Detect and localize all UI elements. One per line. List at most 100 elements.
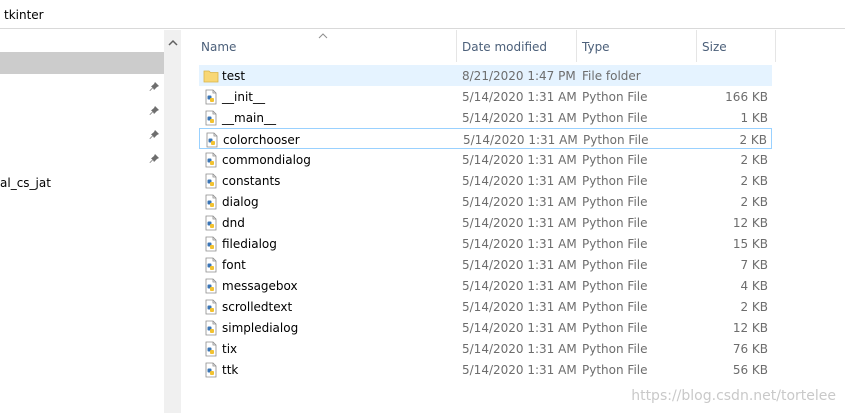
file-size: 15 KB bbox=[732, 237, 768, 251]
file-date-modified: 5/14/2020 1:31 AM bbox=[462, 321, 577, 335]
python-file-icon bbox=[205, 320, 217, 336]
column-divider[interactable] bbox=[696, 30, 697, 62]
pin-icon[interactable] bbox=[148, 105, 160, 117]
file-row[interactable]: dnd 5/14/2020 1:31 AM Python File 12 KB bbox=[199, 212, 772, 233]
python-file-icon bbox=[206, 132, 218, 148]
python-file-icon bbox=[205, 299, 217, 315]
nav-selected-item[interactable] bbox=[0, 52, 164, 74]
file-name: font bbox=[222, 258, 246, 272]
column-divider[interactable] bbox=[576, 30, 577, 62]
file-row[interactable]: filedialog 5/14/2020 1:31 AM Python File 15… bbox=[199, 233, 772, 254]
file-row[interactable]: simpledialog 5/14/2020 1:31 AM Python File… bbox=[199, 317, 772, 338]
file-name: test bbox=[222, 69, 246, 83]
file-type: Python File bbox=[582, 279, 648, 293]
column-header-date-modified[interactable]: Date modified bbox=[462, 40, 547, 54]
file-size: 76 KB bbox=[732, 342, 768, 356]
pin-icon[interactable] bbox=[148, 153, 160, 165]
python-file-icon bbox=[205, 362, 217, 378]
file-type: File folder bbox=[582, 69, 641, 83]
file-date-modified: 5/14/2020 1:31 AM bbox=[462, 363, 577, 377]
file-type: Python File bbox=[582, 300, 648, 314]
column-divider[interactable] bbox=[775, 30, 776, 62]
file-date-modified: 8/21/2020 1:47 PM bbox=[462, 69, 576, 83]
folder-icon bbox=[203, 70, 219, 83]
file-date-modified: 5/14/2020 1:31 AM bbox=[462, 90, 577, 104]
column-header-name[interactable]: Name bbox=[201, 40, 236, 54]
file-size: 2 KB bbox=[740, 174, 768, 188]
file-name: filedialog bbox=[222, 237, 277, 251]
file-name: __init__ bbox=[222, 90, 265, 104]
file-date-modified: 5/14/2020 1:31 AM bbox=[462, 195, 577, 209]
file-size: 2 KB bbox=[740, 153, 768, 167]
column-header-type[interactable]: Type bbox=[582, 40, 610, 54]
file-name: commondialog bbox=[222, 153, 311, 167]
file-row[interactable]: __main__ 5/14/2020 1:31 AM Python File 1 KB bbox=[199, 107, 772, 128]
file-row[interactable]: scrolledtext 5/14/2020 1:31 AM Python File… bbox=[199, 296, 772, 317]
file-size: 7 KB bbox=[740, 258, 768, 272]
python-file-icon bbox=[205, 257, 217, 273]
nav-item-label[interactable]: al_cs_jat bbox=[0, 176, 51, 190]
file-name: messagebox bbox=[222, 279, 298, 293]
file-date-modified: 5/14/2020 1:31 AM bbox=[462, 153, 577, 167]
file-date-modified: 5/14/2020 1:31 AM bbox=[462, 237, 577, 251]
file-row[interactable]: test 8/21/2020 1:47 PM File folder bbox=[199, 65, 772, 86]
file-name: scrolledtext bbox=[222, 300, 293, 314]
file-type: Python File bbox=[582, 174, 648, 188]
file-type: Python File bbox=[582, 321, 648, 335]
file-size: 166 KB bbox=[725, 90, 768, 104]
scroll-up-icon[interactable] bbox=[168, 39, 178, 47]
file-date-modified: 5/14/2020 1:31 AM bbox=[462, 258, 577, 272]
file-type: Python File bbox=[582, 111, 648, 125]
file-row[interactable]: tix 5/14/2020 1:31 AM Python File 76 KB bbox=[199, 338, 772, 359]
file-type: Python File bbox=[582, 363, 648, 377]
address-path: tkinter bbox=[4, 8, 44, 22]
pin-icon[interactable] bbox=[148, 81, 160, 93]
file-type: Python File bbox=[582, 237, 648, 251]
file-type: Python File bbox=[582, 258, 648, 272]
file-size: 2 KB bbox=[739, 133, 767, 147]
sort-ascending-icon bbox=[318, 33, 328, 39]
file-date-modified: 5/14/2020 1:31 AM bbox=[462, 216, 577, 230]
file-size: 2 KB bbox=[740, 300, 768, 314]
file-type: Python File bbox=[582, 342, 648, 356]
file-type: Python File bbox=[582, 195, 648, 209]
file-size: 2 KB bbox=[740, 195, 768, 209]
column-divider[interactable] bbox=[456, 30, 457, 62]
python-file-icon bbox=[205, 341, 217, 357]
navigation-pane: al_cs_jat bbox=[0, 30, 164, 413]
python-file-icon bbox=[205, 152, 217, 168]
file-name: tix bbox=[222, 342, 238, 356]
column-header-size[interactable]: Size bbox=[702, 40, 727, 54]
python-file-icon bbox=[205, 278, 217, 294]
file-size: 12 KB bbox=[732, 321, 768, 335]
file-size: 1 KB bbox=[740, 111, 768, 125]
file-name: dialog bbox=[222, 195, 259, 209]
file-date-modified: 5/14/2020 1:31 AM bbox=[462, 300, 577, 314]
file-name: constants bbox=[222, 174, 281, 188]
file-row[interactable]: constants 5/14/2020 1:31 AM Python File 2 K… bbox=[199, 170, 772, 191]
address-bar[interactable]: tkinter bbox=[0, 0, 845, 29]
python-file-icon bbox=[205, 110, 217, 126]
nav-scrollbar[interactable] bbox=[164, 30, 181, 413]
file-type: Python File bbox=[582, 90, 648, 104]
file-row[interactable]: font 5/14/2020 1:31 AM Python File 7 KB bbox=[199, 254, 772, 275]
file-row[interactable]: __init__ 5/14/2020 1:31 AM Python File 166 … bbox=[199, 86, 772, 107]
file-size: 4 KB bbox=[740, 279, 768, 293]
file-date-modified: 5/14/2020 1:31 AM bbox=[462, 279, 577, 293]
python-file-icon bbox=[205, 173, 217, 189]
file-type: Python File bbox=[582, 153, 648, 167]
file-date-modified: 5/14/2020 1:31 AM bbox=[462, 342, 577, 356]
file-row[interactable]: colorchooser 5/14/2020 1:31 AM Python File… bbox=[199, 128, 772, 149]
file-row[interactable]: messagebox 5/14/2020 1:31 AM Python File 4 … bbox=[199, 275, 772, 296]
watermark-text: https://blog.csdn.net/tortelee bbox=[631, 388, 836, 404]
python-file-icon bbox=[205, 215, 217, 231]
python-file-icon bbox=[205, 194, 217, 210]
file-type: Python File bbox=[582, 216, 648, 230]
file-name: dnd bbox=[222, 216, 245, 230]
file-size: 56 KB bbox=[732, 363, 768, 377]
file-row[interactable]: dialog 5/14/2020 1:31 AM Python File 2 KB bbox=[199, 191, 772, 212]
pin-icon[interactable] bbox=[148, 129, 160, 141]
file-row[interactable]: ttk 5/14/2020 1:31 AM Python File 56 KB bbox=[199, 359, 772, 380]
file-row[interactable]: commondialog 5/14/2020 1:31 AM Python File… bbox=[199, 149, 772, 170]
file-date-modified: 5/14/2020 1:31 AM bbox=[463, 133, 578, 147]
